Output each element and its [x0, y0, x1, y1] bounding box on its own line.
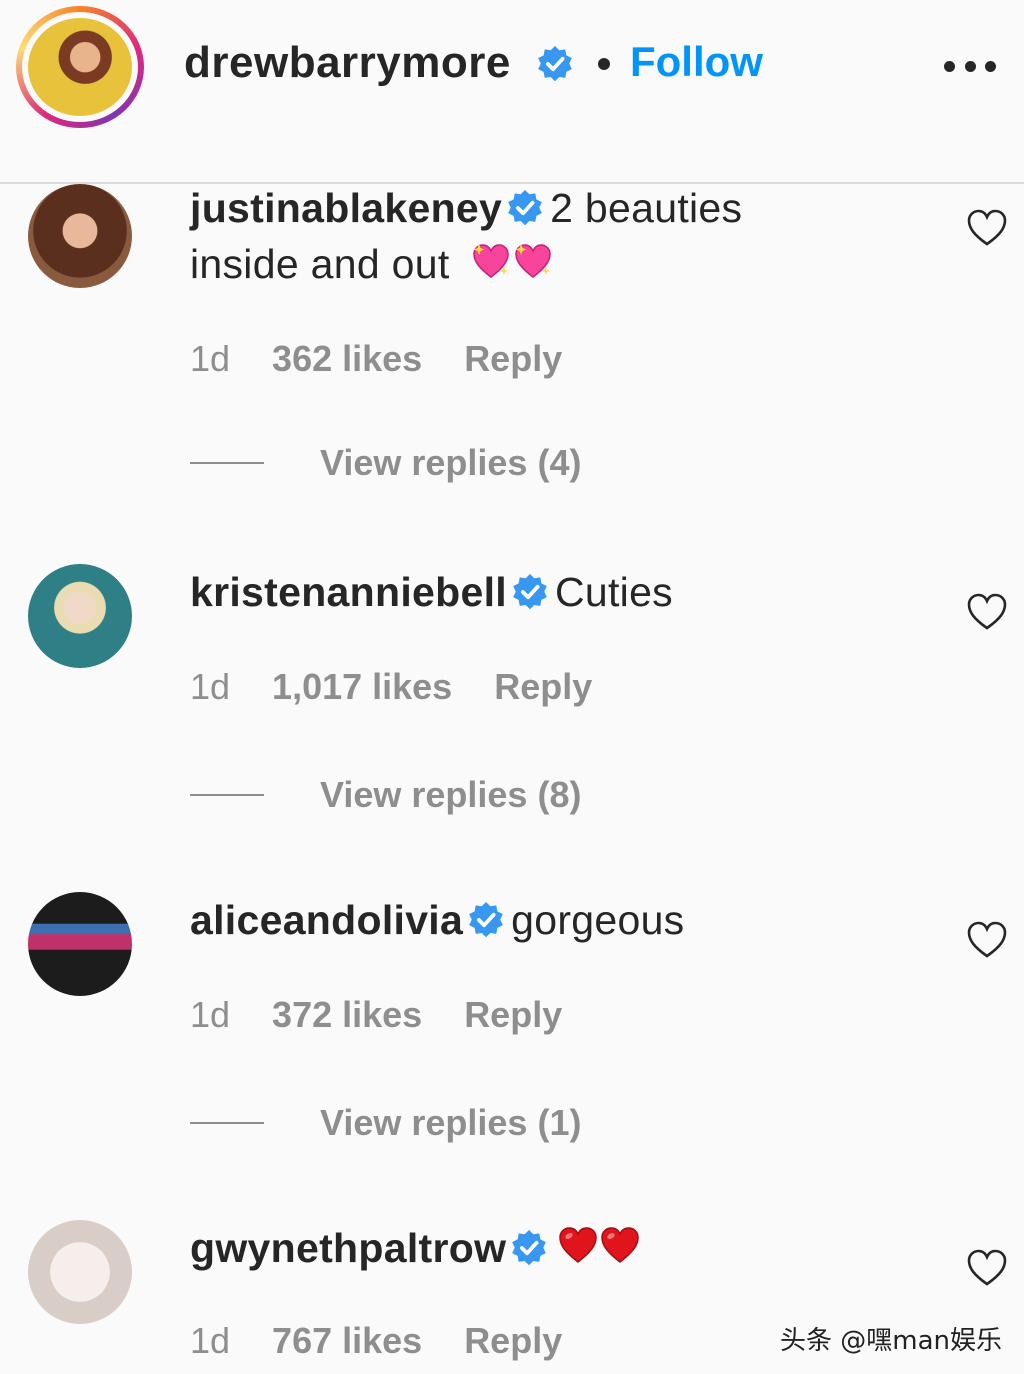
- view-replies-label: View replies (8): [320, 774, 582, 815]
- reply-button[interactable]: Reply: [464, 994, 562, 1035]
- like-heart-icon[interactable]: [966, 208, 1008, 248]
- divider-line: [190, 794, 264, 796]
- sparkling-heart-icon: [471, 241, 511, 281]
- comment-body: Cuties: [554, 569, 673, 615]
- avatar[interactable]: [28, 564, 132, 668]
- comment-meta: 1d 372 likes Reply: [190, 994, 562, 1036]
- view-replies-button[interactable]: View replies (1): [190, 1102, 581, 1144]
- header-avatar[interactable]: [16, 6, 144, 128]
- verified-badge-icon: [510, 1229, 548, 1267]
- like-heart-icon[interactable]: [966, 1248, 1008, 1288]
- view-replies-label: View replies (4): [320, 442, 582, 483]
- reply-button[interactable]: Reply: [494, 666, 592, 707]
- comment-likes[interactable]: 372 likes: [272, 994, 422, 1035]
- comment-username[interactable]: aliceandolivia: [190, 897, 463, 943]
- comment-username[interactable]: gwynethpaltrow: [190, 1225, 506, 1271]
- comment-likes[interactable]: 362 likes: [272, 338, 422, 379]
- reply-button[interactable]: Reply: [464, 338, 562, 379]
- avatar[interactable]: [28, 1220, 132, 1324]
- comment-meta: 1d 1,017 likes Reply: [190, 666, 592, 708]
- comment-body: gorgeous: [511, 897, 685, 943]
- red-heart-icon: [600, 1225, 640, 1265]
- more-options-icon[interactable]: [944, 58, 996, 74]
- verified-badge-icon: [511, 573, 549, 611]
- divider-line: [190, 462, 264, 464]
- comment-meta: 1d 767 likes Reply: [190, 1320, 562, 1362]
- watermark: 头条 @嘿man娱乐: [780, 1326, 1003, 1356]
- reply-button[interactable]: Reply: [464, 1320, 562, 1361]
- view-replies-button[interactable]: View replies (8): [190, 774, 581, 816]
- comment-text: gwynethpaltrow: [190, 1220, 640, 1276]
- comment-likes[interactable]: 1,017 likes: [272, 666, 452, 707]
- comment-likes[interactable]: 767 likes: [272, 1320, 422, 1361]
- comment-meta: 1d 362 likes Reply: [190, 338, 562, 380]
- comment-time: 1d: [190, 666, 231, 707]
- avatar[interactable]: [28, 892, 132, 996]
- comment-text: kristenanniebell Cuties: [190, 564, 673, 620]
- comment-body-line2: inside and out: [190, 241, 450, 287]
- header-username[interactable]: drewbarrymore: [184, 38, 511, 88]
- comment-body-line1: 2 beauties: [550, 185, 743, 231]
- avatar[interactable]: [28, 184, 132, 288]
- follow-button[interactable]: Follow: [630, 38, 763, 86]
- sparkling-heart-icon: [513, 241, 553, 281]
- divider-line: [190, 1122, 264, 1124]
- verified-badge-icon: [467, 901, 505, 939]
- verified-badge-icon: [536, 45, 574, 83]
- red-heart-icon: [558, 1225, 598, 1265]
- comment-time: 1d: [190, 994, 231, 1035]
- comment-time: 1d: [190, 338, 231, 379]
- comment-username[interactable]: justinablakeney: [190, 185, 502, 231]
- view-replies-label: View replies (1): [320, 1102, 582, 1143]
- post-header: drewbarrymore Follow: [0, 0, 1024, 184]
- verified-badge-icon: [506, 189, 544, 227]
- like-heart-icon[interactable]: [966, 592, 1008, 632]
- like-heart-icon[interactable]: [966, 920, 1008, 960]
- separator-dot: [598, 58, 610, 70]
- comment-time: 1d: [190, 1320, 231, 1361]
- view-replies-button[interactable]: View replies (4): [190, 442, 581, 484]
- comment-text: aliceandolivia gorgeous: [190, 892, 684, 948]
- comment-username[interactable]: kristenanniebell: [190, 569, 507, 615]
- comment-text: justinablakeney 2 beauties inside and out: [190, 180, 890, 292]
